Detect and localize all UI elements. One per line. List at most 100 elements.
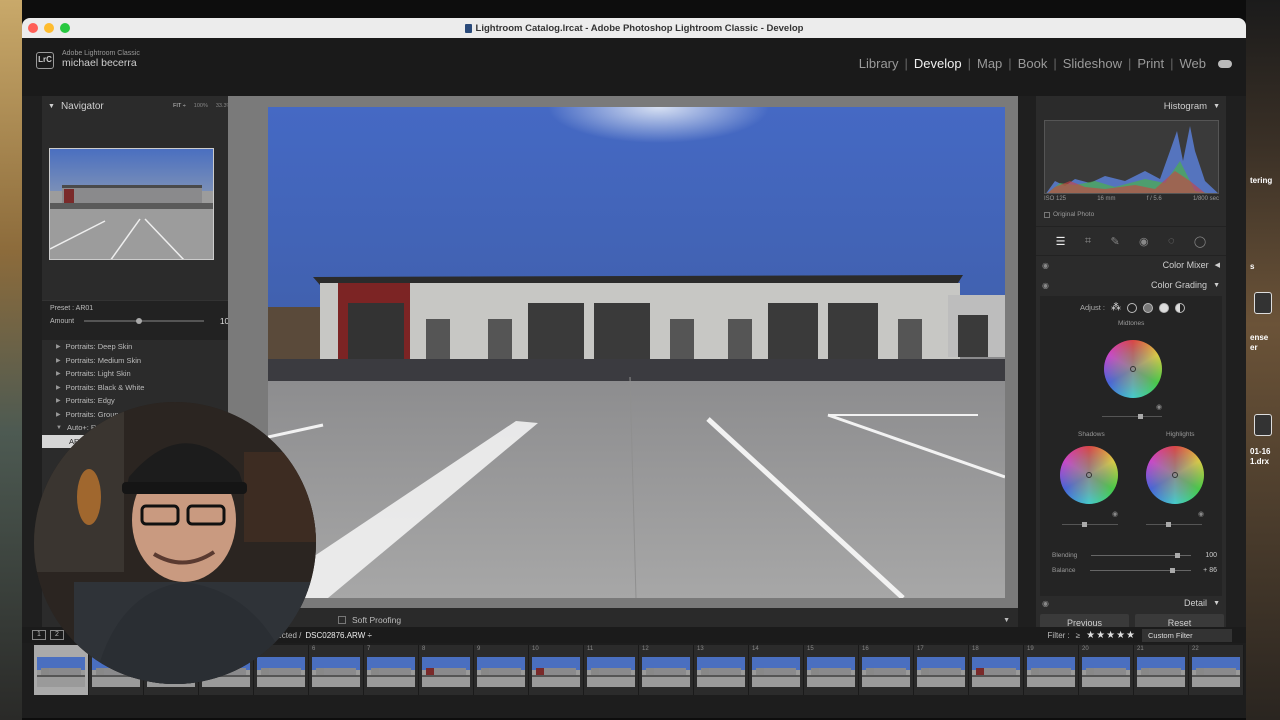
balance-slider[interactable] <box>1089 568 1191 573</box>
desktop-label[interactable]: tering <box>1250 176 1272 185</box>
disclosure-triangle-icon[interactable]: ▶ <box>56 384 61 391</box>
cloud-sync-icon[interactable] <box>1218 59 1232 68</box>
crop-icon[interactable]: ⌗ <box>1085 235 1091 248</box>
filmstrip-thumbnail[interactable]: 17 <box>914 645 969 695</box>
midtones-wheel[interactable] <box>1104 340 1162 398</box>
original-photo-checkbox[interactable] <box>1044 211 1050 218</box>
module-develop[interactable]: Develop <box>908 56 968 71</box>
toolbar-menu-chevron-icon[interactable]: ▼ <box>1003 617 1010 624</box>
wheel-handle[interactable] <box>1086 472 1092 478</box>
filmstrip-thumbnail[interactable]: 15 <box>804 645 859 695</box>
disclosure-triangle-icon[interactable]: ▶ <box>56 343 61 350</box>
amount-slider-knob[interactable] <box>136 318 143 324</box>
shadows-wheel[interactable] <box>1060 446 1118 504</box>
desktop-file-icon[interactable] <box>1254 414 1272 436</box>
module-book[interactable]: Book <box>1012 56 1054 71</box>
filmstrip-thumbnail[interactable]: 7 <box>364 645 419 695</box>
main-photo[interactable] <box>268 107 1005 598</box>
module-print[interactable]: Print <box>1131 56 1170 71</box>
color-mixer-header[interactable]: ◉ Color Mixer ◀ <box>1036 256 1226 274</box>
rating-filter-stars[interactable]: ★★★★★ <box>1086 630 1136 641</box>
eye-icon[interactable]: ◉ <box>1112 510 1118 518</box>
filmstrip-thumbnail[interactable]: 16 <box>859 645 914 695</box>
blending-value[interactable]: 100 <box>1197 552 1217 559</box>
desktop-file-icon[interactable] <box>1254 292 1272 314</box>
healing-icon[interactable]: ✎ <box>1110 235 1119 248</box>
desktop-label[interactable]: 1.drx <box>1250 457 1269 466</box>
filmstrip-thumbnail[interactable]: 21 <box>1134 645 1189 695</box>
blending-slider[interactable] <box>1091 553 1191 558</box>
global-mode-icon[interactable] <box>1175 302 1186 313</box>
disclosure-triangle-icon[interactable]: ▶ <box>56 370 61 377</box>
shadows-luminance-slider[interactable] <box>1062 522 1118 527</box>
three-way-icon[interactable]: ⁂ <box>1111 302 1121 313</box>
preset-item[interactable]: ▶ Portraits: Deep Skin <box>42 340 242 354</box>
preset-item[interactable]: ▶ Portraits: Light Skin <box>42 367 242 381</box>
filmstrip-thumbnail[interactable]: 18 <box>969 645 1024 695</box>
wheel-handle[interactable] <box>1172 472 1178 478</box>
selected-filename[interactable]: DSC02876.ARW ÷ <box>305 631 372 640</box>
slider-knob[interactable] <box>1166 522 1171 527</box>
filmstrip-thumbnail[interactable]: 12 <box>639 645 694 695</box>
filmstrip-thumbnail[interactable]: 8 <box>419 645 474 695</box>
desktop-label[interactable]: er <box>1250 343 1258 352</box>
filmstrip-thumbnail[interactable]: 6 <box>309 645 364 695</box>
edit-sliders-icon[interactable]: ☰ <box>1056 235 1066 248</box>
module-map[interactable]: Map <box>971 56 1008 71</box>
module-web[interactable]: Web <box>1174 56 1213 71</box>
desktop-label[interactable]: 01-16 <box>1250 447 1270 456</box>
slider-knob[interactable] <box>1138 414 1143 419</box>
detail-header[interactable]: ◉ Detail ▼ <box>1036 594 1226 612</box>
desktop-label[interactable]: s <box>1250 262 1254 271</box>
eye-icon[interactable]: ◉ <box>1198 510 1204 518</box>
slider-knob[interactable] <box>1082 522 1087 527</box>
filmstrip-thumbnail[interactable]: 9 <box>474 645 529 695</box>
navigator-header[interactable]: ▼ Navigator FIT ÷ 100% 33.3% ÷ <box>42 96 242 116</box>
filmstrip-thumbnail[interactable]: 20 <box>1079 645 1134 695</box>
eye-icon[interactable]: ◉ <box>1042 599 1049 608</box>
color-grading-header[interactable]: ◉ Color Grading ▼ <box>1036 276 1226 294</box>
slider-knob[interactable] <box>1175 553 1181 558</box>
zoom-option-fit[interactable]: FIT ÷ <box>173 103 186 109</box>
disclosure-triangle-icon[interactable]: ▶ <box>56 397 61 404</box>
eye-icon[interactable]: ◉ <box>1042 261 1049 270</box>
filmstrip-thumbnail[interactable]: 10 <box>529 645 584 695</box>
highlights-mode-icon[interactable] <box>1159 302 1170 313</box>
soft-proofing-label[interactable]: Soft Proofing <box>352 615 401 625</box>
slider-knob[interactable] <box>1169 568 1175 573</box>
navigator-preview[interactable] <box>49 148 214 260</box>
midtones-luminance-slider[interactable] <box>1102 414 1162 419</box>
preset-item[interactable]: ▶ Portraits: Medium Skin <box>42 354 242 368</box>
filmstrip-thumbnail[interactable]: 11 <box>584 645 639 695</box>
minimize-window-button[interactable] <box>44 23 54 33</box>
preset-item[interactable]: ▶ Portraits: Black & White <box>42 381 242 395</box>
filmstrip-thumbnail[interactable]: 14 <box>749 645 804 695</box>
eye-icon[interactable]: ◉ <box>1042 281 1049 290</box>
histogram-header[interactable]: Histogram ▼ <box>1036 96 1226 116</box>
image-canvas[interactable] <box>228 96 1018 608</box>
secondary-window-1-button[interactable]: 1 <box>32 630 46 640</box>
disclosure-triangle-icon[interactable]: ▶ <box>56 411 61 418</box>
desktop-label[interactable]: ense <box>1250 333 1268 342</box>
eye-icon[interactable]: ◉ <box>1156 403 1162 411</box>
module-slideshow[interactable]: Slideshow <box>1057 56 1128 71</box>
filter-operator[interactable]: ≥ <box>1076 631 1080 640</box>
balance-value[interactable]: + 86 <box>1197 567 1217 574</box>
disclosure-triangle-icon[interactable]: ▶ <box>56 357 61 364</box>
module-library[interactable]: Library <box>853 56 905 71</box>
amount-slider[interactable] <box>84 318 205 324</box>
midtones-mode-icon[interactable] <box>1143 302 1154 313</box>
filter-icon[interactable]: ◯ <box>1194 235 1206 248</box>
custom-filter-dropdown[interactable]: Custom Filter <box>1142 628 1232 642</box>
close-window-button[interactable] <box>28 23 38 33</box>
filmstrip-thumbnail[interactable]: 19 <box>1024 645 1079 695</box>
original-photo-toggle[interactable]: Original Photo <box>1044 211 1094 218</box>
filmstrip-thumbnail[interactable]: 13 <box>694 645 749 695</box>
masking-icon[interactable]: ◌ <box>1168 235 1175 247</box>
soft-proofing-checkbox[interactable] <box>338 616 346 624</box>
red-eye-icon[interactable]: ◉ <box>1139 235 1149 248</box>
filmstrip-thumbnail[interactable] <box>34 645 89 695</box>
zoom-option-100[interactable]: 100% <box>194 103 208 109</box>
disclosure-triangle-icon[interactable]: ▼ <box>56 425 62 431</box>
highlights-wheel[interactable] <box>1146 446 1204 504</box>
